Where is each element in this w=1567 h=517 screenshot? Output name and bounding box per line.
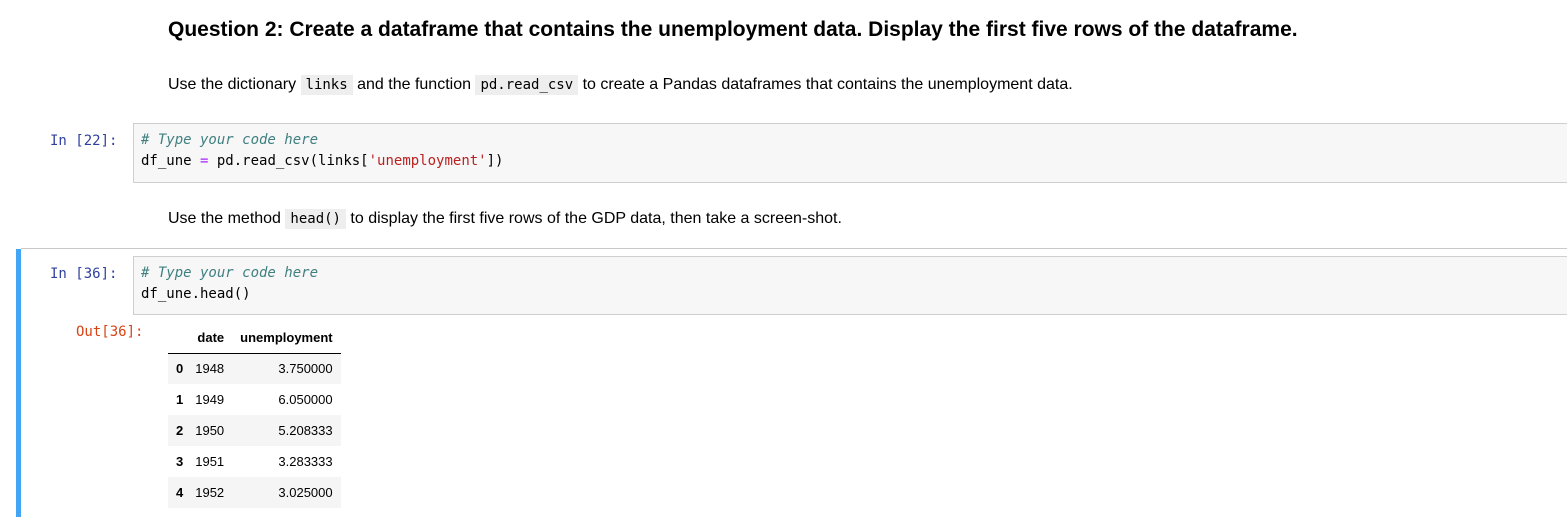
table-row: 4 1952 3.025000 bbox=[168, 477, 341, 508]
input-prompt-36: In [36]: bbox=[50, 266, 118, 282]
code-token-variable: df_une bbox=[141, 153, 192, 169]
cell-date: 1951 bbox=[195, 454, 225, 469]
inline-code-read-csv: pd.read_csv bbox=[475, 75, 579, 95]
cell-unemployment: 5.208333 bbox=[278, 423, 333, 438]
instruction-text: Use the method bbox=[168, 210, 286, 227]
instruction-paragraph-2: Use the method head() to display the fir… bbox=[168, 207, 842, 231]
column-header-unemployment: unemployment bbox=[232, 323, 341, 354]
instruction-paragraph-1: Use the dictionary links and the functio… bbox=[168, 73, 1073, 97]
cell-date: 1948 bbox=[195, 361, 225, 377]
code-line-1: # Type your code here bbox=[141, 130, 1567, 151]
inline-code-head: head() bbox=[285, 209, 346, 229]
table-row: 3 1951 3.283333 bbox=[168, 446, 341, 477]
row-index: 3 bbox=[176, 454, 184, 469]
column-header-date: date bbox=[189, 323, 233, 354]
code-line-2: df_une.head() bbox=[141, 286, 251, 302]
table-row: 0 1948 3.750000 bbox=[168, 353, 341, 384]
input-prompt-22: In [22]: bbox=[50, 133, 118, 149]
question-heading: Question 2: Create a dataframe that cont… bbox=[168, 18, 1298, 41]
table-header-row: date unemployment bbox=[168, 323, 341, 354]
code-token-call: pd.read_csv(links[ bbox=[208, 153, 369, 169]
cell-date: 1952 bbox=[195, 485, 225, 500]
table-row: 1 1949 6.050000 bbox=[168, 384, 341, 415]
cell-unemployment: 3.750000 bbox=[278, 361, 333, 377]
inline-code-links: links bbox=[300, 75, 353, 95]
output-prompt-36: Out[36]: bbox=[76, 324, 144, 340]
row-index: 0 bbox=[176, 361, 184, 377]
instruction-text: to create a Pandas dataframes that conta… bbox=[578, 76, 1073, 93]
dataframe-output: date unemployment 0 1948 3.750000 1 1949… bbox=[168, 323, 341, 508]
cell-date: 1950 bbox=[195, 423, 225, 438]
cell-unemployment: 6.050000 bbox=[278, 392, 333, 407]
dataframe-table: date unemployment 0 1948 3.750000 1 1949… bbox=[168, 323, 341, 508]
instruction-text: Use the dictionary bbox=[168, 76, 301, 93]
code-line-1: # Type your code here bbox=[141, 263, 1567, 284]
instruction-text: and the function bbox=[352, 76, 476, 93]
code-comment: # Type your code here bbox=[141, 265, 319, 281]
code-line-2: df_une = pd.read_csv(links['unemployment… bbox=[141, 151, 1567, 172]
cell-unemployment: 3.025000 bbox=[278, 485, 333, 500]
code-comment: # Type your code here bbox=[141, 132, 319, 148]
selected-cell-border bbox=[21, 248, 1567, 249]
instruction-text: to display the first five rows of the GD… bbox=[345, 210, 842, 227]
selected-cell-indicator bbox=[16, 249, 21, 517]
row-index: 4 bbox=[176, 485, 184, 500]
row-index: 1 bbox=[176, 392, 184, 407]
cell-unemployment: 3.283333 bbox=[278, 454, 333, 469]
row-index: 2 bbox=[176, 423, 184, 438]
code-token-string: 'unemployment' bbox=[368, 153, 487, 169]
table-row: 2 1950 5.208333 bbox=[168, 415, 341, 446]
code-editor-cell-36[interactable]: # Type your code here df_une.head() bbox=[133, 256, 1567, 315]
cell-date: 1949 bbox=[195, 392, 225, 407]
code-editor-cell-22[interactable]: # Type your code here df_une = pd.read_cs… bbox=[133, 123, 1567, 183]
code-token-close: ]) bbox=[486, 153, 504, 169]
index-header bbox=[168, 323, 190, 354]
